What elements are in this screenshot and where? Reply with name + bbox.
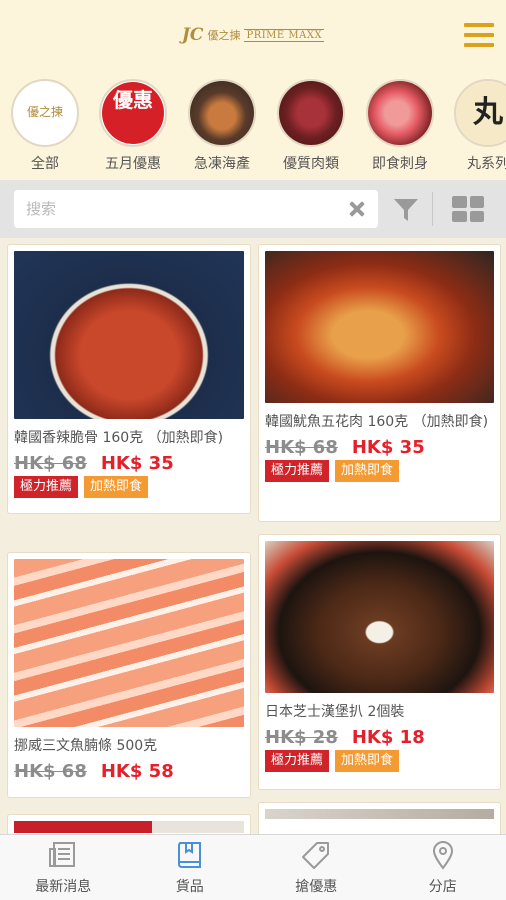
tag-recommended: 極力推薦 <box>14 476 79 498</box>
nav-label: 分店 <box>428 878 457 895</box>
price-row: HK$ 68 HK$ 35 <box>265 437 494 458</box>
price-row: HK$ 68 HK$ 35 <box>14 453 244 474</box>
filter-icon[interactable] <box>393 197 419 223</box>
toolbar-divider <box>432 192 433 226</box>
category-strip[interactable]: 優之揀 全部 優惠 五月優惠 急凍海產 優質肉類 即食刺身 丸 丸系列 <box>0 70 506 180</box>
location-pin-icon <box>432 840 453 870</box>
category-sashimi-thumb <box>366 79 434 147</box>
original-price: HK$ 68 <box>14 761 87 782</box>
news-icon <box>49 841 76 867</box>
logo-thumb-text: 優之揀 <box>26 105 63 120</box>
sale-price: HK$ 35 <box>351 437 425 458</box>
product-tags: 極力推薦 加熱即食 <box>265 460 494 482</box>
search-box[interactable] <box>14 190 378 228</box>
price-row: HK$ 28 HK$ 18 <box>265 727 494 748</box>
tag-recommended: 極力推薦 <box>265 460 330 482</box>
meat-image <box>279 81 343 145</box>
sashimi-image <box>368 81 432 145</box>
nav-stores[interactable]: 分店 <box>380 835 506 900</box>
seafood-image <box>190 81 254 145</box>
offer-badge-text: 優惠 <box>102 82 164 144</box>
tag-heat-to-eat: 加熱即食 <box>84 476 149 498</box>
logo-mark: JC <box>181 25 204 45</box>
category-meat-thumb <box>277 79 345 147</box>
product-tags: 極力推薦 加熱即食 <box>265 750 494 772</box>
bottom-nav: 最新消息 貨品 搶優惠 分店 <box>0 834 506 900</box>
book-icon <box>177 841 201 868</box>
sale-price: HK$ 35 <box>100 453 174 474</box>
category-may-thumb: 優惠 <box>99 79 167 147</box>
category-ready-sashimi[interactable]: 即食刺身 <box>364 79 436 173</box>
category-label: 即食刺身 <box>372 156 428 172</box>
category-may-offers[interactable]: 優惠 五月優惠 <box>97 79 169 173</box>
product-card[interactable]: 挪威三文魚腩條 500克 HK$ 68 HK$ 58 <box>7 552 251 798</box>
search-input[interactable] <box>26 200 348 218</box>
sale-price: HK$ 58 <box>100 761 174 782</box>
product-name: 韓國魷魚五花肉 160克 （加熱即食) <box>265 414 489 430</box>
product-image <box>14 821 244 833</box>
category-maru-series[interactable]: 丸 丸系列 <box>452 79 506 173</box>
original-price: HK$ 68 <box>14 453 87 474</box>
category-label: 優質肉類 <box>283 156 339 172</box>
clear-icon[interactable] <box>348 200 366 218</box>
category-maru-thumb: 丸 <box>454 79 506 147</box>
nav-label: 最新消息 <box>35 878 92 895</box>
product-grid[interactable]: 韓國香辣脆骨 160克 （加熱即食) HK$ 68 HK$ 35 極力推薦 加熱… <box>0 238 506 834</box>
tag-heat-to-eat: 加熱即食 <box>335 750 400 772</box>
product-image <box>265 809 494 819</box>
price-row: HK$ 68 HK$ 58 <box>14 761 244 782</box>
product-card[interactable]: 日本芝士漢堡扒 2個裝 HK$ 28 HK$ 18 極力推薦 加熱即食 <box>258 534 501 790</box>
product-name: 日本芝士漢堡扒 2個裝 <box>265 704 405 720</box>
category-label: 急凍海產 <box>194 156 250 172</box>
category-frozen-seafood[interactable]: 急凍海產 <box>186 79 258 173</box>
sale-price: HK$ 18 <box>351 727 425 748</box>
category-label: 全部 <box>31 156 59 172</box>
maru-thumb-text: 丸 <box>456 81 506 145</box>
product-image <box>265 251 494 403</box>
product-card[interactable] <box>258 802 501 834</box>
category-all-thumb: 優之揀 <box>11 79 79 147</box>
menu-bar <box>464 33 494 37</box>
product-card[interactable]: 韓國香辣脆骨 160克 （加熱即食) HK$ 68 HK$ 35 極力推薦 加熱… <box>7 244 251 514</box>
nav-label: 搶優惠 <box>295 878 338 895</box>
product-image <box>14 251 244 419</box>
original-price: HK$ 68 <box>265 437 338 458</box>
product-name: 挪威三文魚腩條 500克 <box>14 738 158 754</box>
menu-bar <box>464 43 494 47</box>
nav-products[interactable]: 貨品 <box>127 835 254 900</box>
category-label: 丸系列 <box>467 156 506 172</box>
product-image <box>265 541 494 693</box>
category-all[interactable]: 優之揀 全部 <box>9 79 81 173</box>
tag-recommended: 極力推薦 <box>265 750 330 772</box>
brand-logo[interactable]: JC 優之揀 PRIME MAXX <box>181 25 325 45</box>
tag-icon <box>302 841 330 869</box>
nav-news[interactable]: 最新消息 <box>0 835 127 900</box>
nav-deals[interactable]: 搶優惠 <box>253 835 380 900</box>
app-header: JC 優之揀 PRIME MAXX <box>0 0 506 70</box>
category-seafood-thumb <box>188 79 256 147</box>
product-tags: 極力推薦 加熱即食 <box>14 476 244 498</box>
category-quality-meat[interactable]: 優質肉類 <box>275 79 347 173</box>
product-image <box>14 559 244 727</box>
logo-chinese-name: 優之揀 <box>207 29 241 42</box>
product-card[interactable]: 韓國魷魚五花肉 160克 （加熱即食) HK$ 68 HK$ 35 極力推薦 加… <box>258 244 501 522</box>
menu-bar <box>464 23 494 27</box>
category-label: 五月優惠 <box>105 156 161 172</box>
logo-english-name: PRIME MAXX <box>244 28 325 42</box>
hamburger-menu-icon[interactable] <box>464 23 494 47</box>
search-toolbar <box>0 180 506 238</box>
tag-heat-to-eat: 加熱即食 <box>335 460 400 482</box>
nav-label: 貨品 <box>175 878 204 895</box>
product-name: 韓國香辣脆骨 160克 （加熱即食) <box>14 430 224 446</box>
product-card[interactable] <box>7 814 251 834</box>
original-price: HK$ 28 <box>265 727 338 748</box>
grid-view-icon[interactable] <box>452 196 484 222</box>
